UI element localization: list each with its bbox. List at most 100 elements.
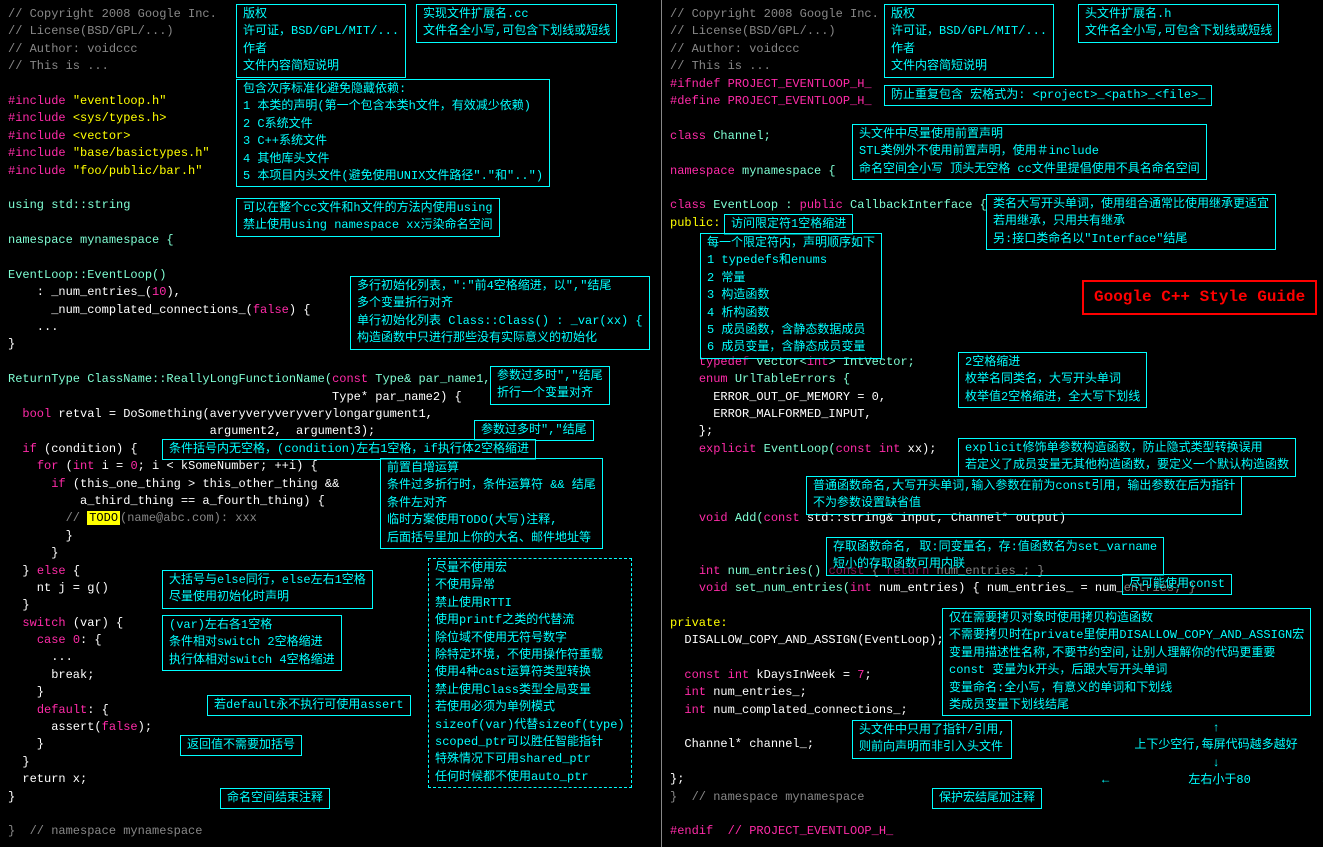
title-box: Google C++ Style Guide bbox=[1082, 280, 1317, 315]
code: }; bbox=[670, 424, 713, 438]
code: _num_entries_( bbox=[51, 285, 152, 299]
code: num_complated_connections_; bbox=[706, 703, 908, 717]
code: (var) { bbox=[66, 616, 124, 630]
code bbox=[66, 633, 73, 647]
note: 头文件中只用了指针/引用, 则前向声明而非引入头文件 bbox=[852, 720, 1012, 759]
note: 实现文件扩展名.cc 文件名全小写,可包含下划线或短线 bbox=[416, 4, 617, 43]
kw: const int bbox=[684, 668, 749, 682]
code bbox=[8, 442, 22, 456]
kw: void bbox=[699, 511, 728, 525]
note: 包含次序标准化避免隐藏依赖: 1 本类的声明(第一个包含本类h文件，有效减少依赖… bbox=[236, 79, 550, 187]
code bbox=[670, 511, 699, 525]
comment: // License(BSD/GPL/...) bbox=[8, 24, 174, 38]
kw: int bbox=[73, 459, 95, 473]
left-column: // Copyright 2008 Google Inc. // License… bbox=[0, 0, 661, 847]
code: retval = DoSomething(averyveryveryverylo… bbox=[51, 407, 433, 421]
code bbox=[670, 355, 699, 369]
note: 存取函数命名, 取:同变量名，存:值函数名为set_varname 短小的存取函… bbox=[826, 537, 1164, 576]
kw: int bbox=[684, 703, 706, 717]
ns-end: } // namespace mynamespace bbox=[670, 790, 864, 804]
code: _num_complated_connections_( bbox=[8, 303, 253, 317]
comment: // Copyright 2008 Google Inc. bbox=[670, 7, 879, 21]
comment: // This is ... bbox=[670, 59, 771, 73]
code: } bbox=[8, 790, 15, 804]
class: CallbackInterface { bbox=[843, 198, 987, 212]
code bbox=[8, 616, 22, 630]
note: 普通函数命名,大写开头单词,输入参数在前为const引用，输出参数在后为指针 不… bbox=[806, 476, 1242, 515]
code: ), bbox=[166, 285, 180, 299]
kw: switch bbox=[22, 616, 65, 630]
note: 大括号与else同行，else左右1空格 尽量使用初始化时声明 bbox=[162, 570, 373, 609]
fn: set_num_entries( bbox=[728, 581, 850, 595]
enum: UrlTableErrors { bbox=[728, 372, 850, 386]
code: ... bbox=[8, 650, 73, 664]
string: <vector> bbox=[73, 129, 131, 143]
code: ); bbox=[138, 720, 152, 734]
fn: ReturnType ClassName::ReallyLongFunction… bbox=[8, 372, 332, 386]
kw: #include bbox=[8, 129, 73, 143]
kw: #include bbox=[8, 146, 73, 160]
note: 尽可能使用const bbox=[1122, 574, 1232, 595]
string: "base/basictypes.h" bbox=[73, 146, 210, 160]
comment: // Copyright 2008 Google Inc. bbox=[8, 7, 217, 21]
code bbox=[670, 668, 684, 682]
kw: if bbox=[22, 442, 36, 456]
ctor: EventLoop::EventLoop() bbox=[8, 268, 166, 282]
kw: else bbox=[37, 564, 66, 578]
kw: #include bbox=[8, 111, 73, 125]
guard: #ifndef PROJECT_EVENTLOOP_H_ bbox=[670, 77, 872, 91]
code bbox=[8, 477, 51, 491]
ns-end: } // namespace mynamespace bbox=[8, 824, 202, 838]
code bbox=[670, 564, 699, 578]
code: }; bbox=[670, 772, 684, 786]
ns: mynamespace { bbox=[735, 164, 836, 178]
note: 参数过多时","结尾 折行一个变量对齐 bbox=[490, 366, 610, 405]
note: (var)左右各1空格 条件相对switch 2空格缩进 执行体相对switch… bbox=[162, 615, 342, 671]
fn: num_entries() bbox=[720, 564, 828, 578]
code: ERROR_MALFORMED_INPUT, bbox=[670, 407, 872, 421]
kw: void bbox=[699, 581, 728, 595]
comment: // License(BSD/GPL/...) bbox=[670, 24, 836, 38]
right-column: // Copyright 2008 Google Inc. // License… bbox=[662, 0, 1323, 847]
note: 类名大写开头单词，使用组合通常比使用继承更适宜 若用继承，只用共有继承 另:接口… bbox=[986, 194, 1276, 250]
note: 若default永不执行可使用assert bbox=[207, 695, 411, 716]
page: // Copyright 2008 Google Inc. // License… bbox=[0, 0, 1323, 847]
kw: case bbox=[37, 633, 66, 647]
code: ; bbox=[864, 668, 871, 682]
code: : { bbox=[87, 703, 109, 717]
num: 10 bbox=[152, 285, 166, 299]
kw: explicit bbox=[699, 442, 757, 456]
code: break; bbox=[8, 668, 94, 682]
note: 多行初始化列表，":"前4空格缩进，以","结尾 多个变量折行对齐 单行初始化列… bbox=[350, 276, 650, 350]
note: 版权 许可证，BSD/GPL/MIT/... 作者 文件内容简短说明 bbox=[884, 4, 1054, 78]
note: 2空格缩进 枚举名同类名，大写开头单词 枚举值2空格缩进，全大写下划线 bbox=[958, 352, 1147, 408]
kw: for bbox=[37, 459, 59, 473]
code: ERROR_OUT_OF_MEMORY = 0, bbox=[670, 390, 886, 404]
code: return x; bbox=[8, 772, 87, 786]
code bbox=[670, 703, 684, 717]
code: } bbox=[8, 755, 30, 769]
code bbox=[670, 442, 699, 456]
code: num_entries_; bbox=[706, 685, 807, 699]
string: <sys/types.h> bbox=[73, 111, 167, 125]
kw: namespace bbox=[670, 164, 735, 178]
code: (this_one_thing > this_other_thing && bbox=[66, 477, 340, 491]
kw: if bbox=[51, 477, 65, 491]
code: } bbox=[8, 564, 37, 578]
comment: // bbox=[8, 511, 87, 525]
string: "eventloop.h" bbox=[73, 94, 167, 108]
note: 仅在需要拷贝对象时使用拷贝构造函数 不需要拷贝时在private里使用DISAL… bbox=[942, 608, 1311, 716]
code: { bbox=[66, 564, 80, 578]
comment: (name@abc.com): xxx bbox=[120, 511, 257, 525]
kw: const bbox=[764, 511, 800, 525]
note: 前置自增运算 条件过多折行时，条件运算符 && 结尾 条件左对齐 临时方案使用T… bbox=[380, 458, 603, 549]
code: argument2, argument3); bbox=[8, 424, 375, 438]
fn: Add( bbox=[728, 511, 764, 525]
kw: const bbox=[332, 372, 368, 386]
code bbox=[670, 372, 699, 386]
code bbox=[670, 581, 699, 595]
code: : { bbox=[80, 633, 102, 647]
namespace: namespace mynamespace { bbox=[8, 233, 174, 247]
kw: class bbox=[670, 129, 706, 143]
guard-end: #endif // PROJECT_EVENTLOOP_H_ bbox=[670, 824, 893, 838]
